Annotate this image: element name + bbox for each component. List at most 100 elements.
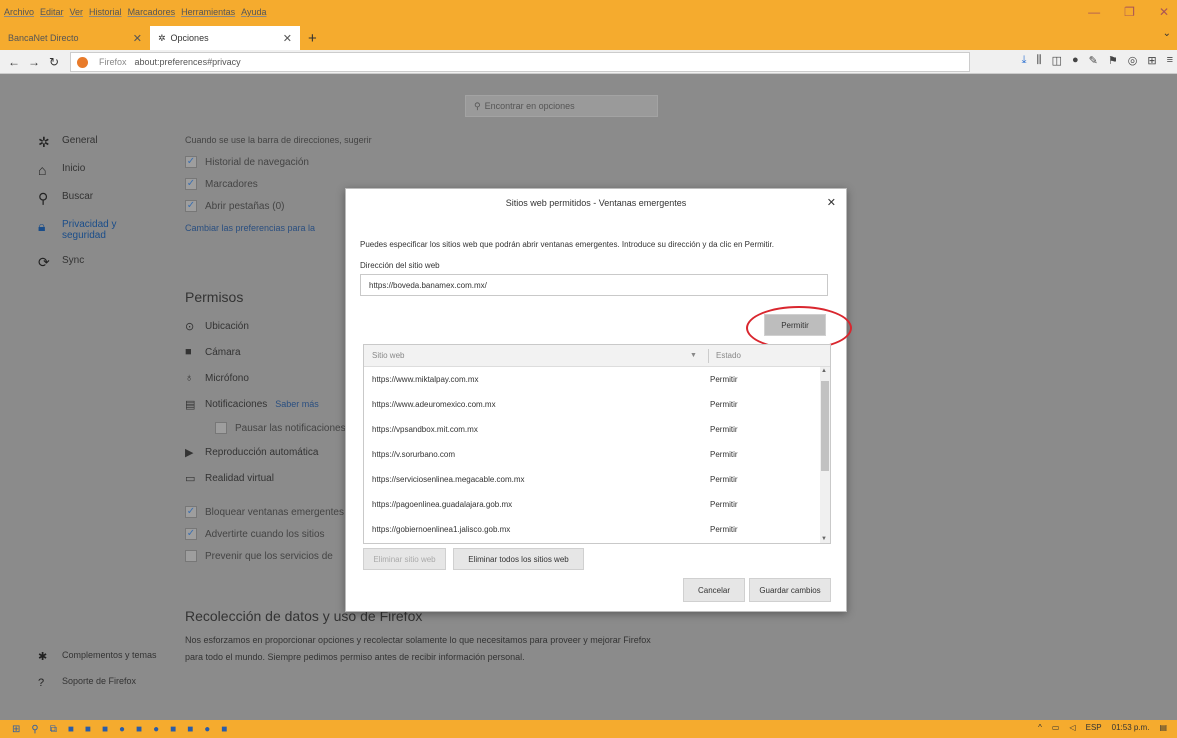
table-rows: https://www.miktalpay.com.mx Permitir htt… [364, 367, 830, 542]
table-row[interactable]: https://serviciosenlinea.megacable.com.m… [364, 467, 830, 492]
change-prefs-link[interactable]: Cambiar las preferencias para la [185, 223, 315, 233]
scroll-up-icon[interactable]: ▲ [821, 368, 827, 374]
new-tab-button[interactable]: + [308, 26, 317, 50]
download-icon[interactable]: ⤓ [1022, 54, 1027, 67]
sidebar-item-support[interactable]: ? Soporte de Firefox [38, 676, 157, 690]
sidebar-item-privacy[interactable]: 🔒︎ Privacidad y seguridad [38, 219, 178, 241]
table-scrollbar[interactable]: ▲ ▼ [820, 367, 830, 543]
sidebar-item-search[interactable]: ⚲ Buscar [38, 191, 178, 205]
volume-icon[interactable]: ◁ [1069, 723, 1075, 732]
network-icon[interactable]: ▭ [1052, 723, 1060, 732]
forward-icon[interactable]: → [24, 55, 44, 69]
cancel-button[interactable]: Cancelar [683, 578, 745, 602]
sites-table: Sitio web ▼ Estado https://www.miktalpay… [363, 344, 831, 544]
addon-icon[interactable]: ◎ [1128, 54, 1138, 67]
app-icon[interactable]: ■ [68, 724, 74, 735]
tab-options[interactable]: ✲ Opciones ✕ [150, 26, 300, 50]
close-icon[interactable]: ✕ [827, 196, 836, 209]
clock[interactable]: 01:53 p.m. [1112, 723, 1150, 732]
menu-item[interactable]: Marcadores [128, 7, 176, 17]
tab-bancanet[interactable]: BancaNet Directo ✕ [0, 26, 150, 50]
sidebar-item-general[interactable]: ✲ General [38, 135, 178, 149]
extension-icon[interactable]: ⚑ [1108, 54, 1118, 67]
notification-center-icon[interactable]: ▤ [1159, 723, 1167, 732]
row-status: Permitir [710, 400, 738, 409]
nav-bar: ← → ↻ ⌂ Firefox about:preferences#privac… [0, 50, 1177, 74]
remove-all-sites-button[interactable]: Eliminar todos los sitios web [453, 548, 584, 570]
website-address-input[interactable]: https://boveda.banamex.com.mx/ [360, 274, 828, 296]
close-window-icon[interactable]: ✕ [1159, 5, 1169, 19]
learn-more-link[interactable]: Saber más [275, 399, 319, 409]
menu-item[interactable]: Ver [70, 7, 84, 17]
checkbox-checked-icon[interactable]: ✓ [185, 178, 197, 190]
menu-item[interactable]: Editar [40, 7, 64, 17]
scrollbar-thumb[interactable] [821, 381, 829, 471]
restore-icon[interactable]: ❐ [1124, 5, 1135, 19]
app-icon[interactable]: ■ [170, 724, 176, 735]
app-icon[interactable]: ■ [102, 724, 108, 735]
table-row[interactable]: https://www.miktalpay.com.mx Permitir [364, 367, 830, 392]
sidebar-item-addons[interactable]: ✱ Complementos y temas [38, 650, 157, 664]
checkbox-checked-icon[interactable]: ✓ [185, 156, 197, 168]
checkbox-checked-icon[interactable]: ✓ [185, 506, 197, 518]
app-icon[interactable]: ■ [85, 724, 91, 735]
app-icon[interactable]: ■ [136, 724, 142, 735]
menu-item[interactable]: Ayuda [241, 7, 266, 17]
row-status: Permitir [710, 375, 738, 384]
minimize-icon[interactable]: — [1088, 5, 1100, 19]
library-icon[interactable]: ⫼ [1037, 54, 1042, 67]
app-icon[interactable]: ● [119, 724, 125, 735]
option-label: Historial de navegación [205, 156, 309, 168]
checkbox-checked-icon[interactable]: ✓ [185, 528, 197, 540]
column-site-header[interactable]: Sitio web [364, 351, 704, 360]
sidebar-item-home[interactable]: ⌂ Inicio [38, 163, 178, 177]
chevron-down-icon[interactable]: ⌄ [1163, 28, 1171, 39]
url-address: about:preferences#privacy [134, 57, 241, 67]
table-row[interactable]: https://vpsandbox.mit.com.mx Permitir [364, 417, 830, 442]
reload-icon[interactable]: ↻ [44, 55, 64, 69]
app-icon[interactable]: ● [153, 724, 159, 735]
menu-item[interactable]: Historial [89, 7, 122, 17]
language-indicator[interactable]: ESP [1086, 723, 1102, 732]
sidebar: ✲ General ⌂ Inicio ⚲ Buscar 🔒︎ Privacida… [38, 135, 178, 283]
start-icon[interactable]: ⊞ [12, 724, 20, 735]
tab-bar: BancaNet Directo ✕ ✲ Opciones ✕ + ⌄ [0, 24, 1177, 50]
task-view-icon[interactable]: ⧉ [50, 724, 57, 735]
search-input[interactable]: ⚲ Encontrar en opciones [465, 95, 658, 117]
menu-icon[interactable]: ≡ [1167, 54, 1173, 67]
app-icon[interactable]: ■ [187, 724, 193, 735]
account-icon[interactable]: ● [1072, 54, 1079, 67]
checkbox-checked-icon[interactable]: ✓ [185, 200, 197, 212]
close-tab-icon[interactable]: ✕ [283, 32, 292, 45]
close-tab-icon[interactable]: ✕ [133, 32, 142, 45]
row-site: https://www.miktalpay.com.mx [372, 375, 479, 384]
menu-item[interactable]: Herramientas [181, 7, 235, 17]
table-row[interactable]: https://v.sorurbano.com Permitir [364, 442, 830, 467]
table-row[interactable]: https://gobiernoenlinea1.jalisco.gob.mx P… [364, 517, 830, 542]
checkbox-icon[interactable] [215, 422, 227, 434]
permission-label: Ubicación [205, 320, 249, 332]
row-status: Permitir [710, 450, 738, 459]
row-site: https://www.adeuromexico.com.mx [372, 400, 496, 409]
tray-arrow-icon[interactable]: ^ [1038, 723, 1042, 732]
back-icon[interactable]: ← [4, 55, 24, 69]
table-row[interactable]: https://pagoenlinea.guadalajara.gob.mx Pe… [364, 492, 830, 517]
checkbox-icon[interactable] [185, 550, 197, 562]
column-status-header[interactable]: Estado [716, 351, 741, 360]
save-changes-button[interactable]: Guardar cambios [749, 578, 831, 602]
search-icon[interactable]: ⚲ [31, 724, 38, 735]
puzzle-icon: ✱ [38, 651, 48, 663]
url-bar[interactable]: Firefox about:preferences#privacy [70, 52, 970, 72]
table-row[interactable]: https://www.adeuromexico.com.mx Permitir [364, 392, 830, 417]
tab-label: BancaNet Directo [8, 33, 79, 43]
sidebar-item-sync[interactable]: ⟳ Sync [38, 255, 178, 269]
pen-icon[interactable]: ✎ [1089, 54, 1098, 67]
sidebar-icon[interactable]: ◫ [1052, 54, 1062, 67]
menu-item[interactable]: Archivo [4, 7, 34, 17]
scroll-down-icon[interactable]: ▼ [821, 536, 827, 542]
app-icon[interactable]: ■ [221, 724, 227, 735]
suggest-history-option[interactable]: ✓ Historial de navegación [185, 151, 665, 173]
addon2-icon[interactable]: ⊞ [1147, 54, 1156, 67]
remove-site-button[interactable]: Eliminar sitio web [363, 548, 446, 570]
app-icon[interactable]: ● [204, 724, 210, 735]
